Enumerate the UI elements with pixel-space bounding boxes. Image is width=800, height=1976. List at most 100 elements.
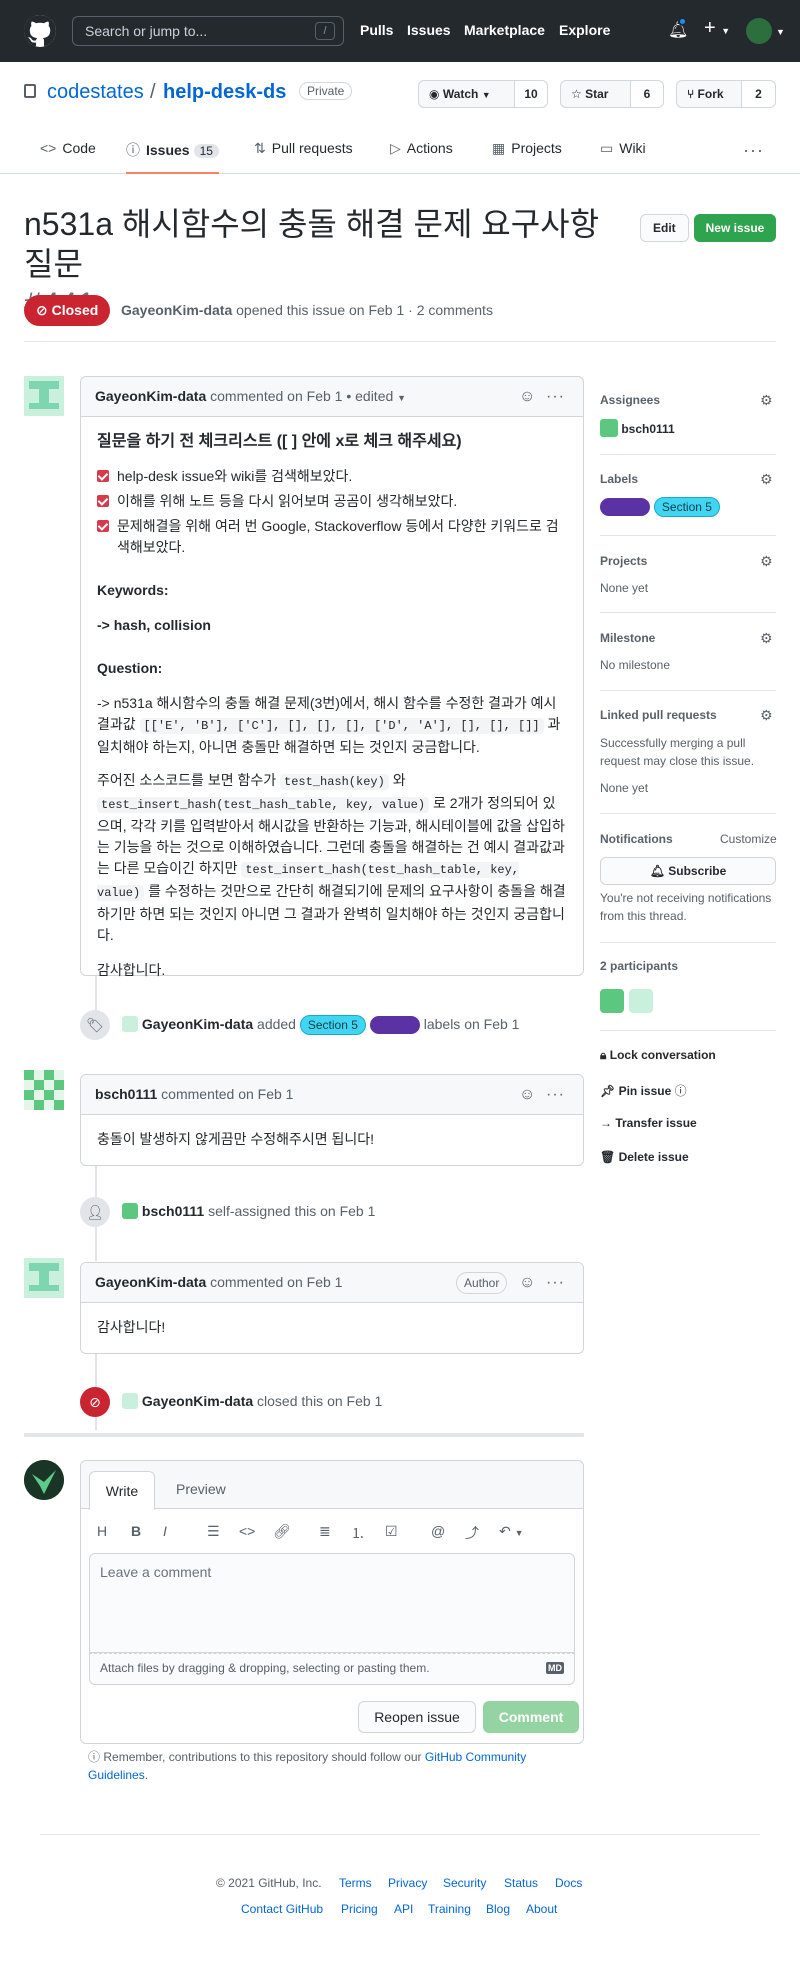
link-icon[interactable]: 🔗︎: [273, 1523, 291, 1540]
footer-link-docs[interactable]: Docs: [555, 1876, 582, 1890]
star-button[interactable]: ☆ Star: [560, 80, 631, 108]
gear-icon[interactable]: ⚙: [760, 630, 773, 647]
code-icon[interactable]: <>: [239, 1523, 255, 1539]
gear-icon[interactable]: ⚙: [760, 471, 773, 488]
kebab-horizontal-icon[interactable]: ···: [546, 1075, 565, 1114]
tab-preview[interactable]: Preview: [176, 1481, 226, 1497]
comment-author[interactable]: bsch0111: [95, 1086, 157, 1102]
smiley-icon[interactable]: ☺: [519, 1263, 535, 1302]
project-icon: ▦: [492, 140, 506, 156]
tab-wiki[interactable]: ▭ Wiki: [600, 140, 646, 157]
italic-icon[interactable]: I: [163, 1523, 167, 1539]
bold-icon[interactable]: B: [131, 1523, 141, 1539]
tab-code[interactable]: <> Code: [40, 140, 96, 156]
avatar[interactable]: [629, 989, 653, 1013]
label-section5[interactable]: Section 5: [653, 497, 720, 517]
fork-button[interactable]: ⑂ Fork: [676, 80, 742, 108]
label-section5[interactable]: Section 5: [299, 1015, 366, 1035]
repo-name[interactable]: help-desk-ds: [163, 81, 286, 104]
comment-button[interactable]: Comment: [483, 1701, 579, 1733]
kebab-horizontal-icon[interactable]: ···: [546, 377, 565, 416]
cross-reference-icon[interactable]: ⤴: [465, 1523, 479, 1543]
gear-icon[interactable]: ⚙: [760, 392, 773, 409]
eye-icon: ◉: [429, 87, 440, 101]
nav-marketplace[interactable]: Marketplace: [464, 22, 545, 38]
avatar[interactable]: [24, 1258, 64, 1298]
footer-link-contact[interactable]: Contact GitHub: [241, 1902, 323, 1916]
watch-count[interactable]: 10: [514, 80, 548, 108]
reply-icon[interactable]: ↶ ▼: [499, 1523, 524, 1540]
tab-pull-requests[interactable]: ⇅ Pull requests: [254, 140, 353, 157]
delete-issue[interactable]: 🗑︎ Delete issue: [600, 1150, 689, 1164]
comment-author[interactable]: GayeonKim-data: [95, 1274, 206, 1290]
label-assign[interactable]: Assign: [369, 1016, 420, 1034]
footer-link-blog[interactable]: Blog: [486, 1902, 510, 1916]
circle-slash-icon: ⊘: [80, 1387, 110, 1417]
lock-icon: [24, 84, 36, 98]
chevron-down-icon[interactable]: ▼: [776, 27, 785, 37]
more-icon[interactable]: ···: [743, 140, 764, 161]
list-unordered-icon[interactable]: ≣: [319, 1523, 331, 1540]
footer-link-about[interactable]: About: [526, 1902, 557, 1916]
footer-link-security[interactable]: Security: [443, 1876, 486, 1890]
mention-icon[interactable]: @: [431, 1523, 445, 1539]
comment-author[interactable]: GayeonKim-data: [95, 388, 206, 404]
nav-explore[interactable]: Explore: [559, 22, 610, 38]
comment-textarea[interactable]: Leave a comment: [89, 1553, 575, 1653]
heading-icon[interactable]: H: [97, 1523, 107, 1539]
tab-issues[interactable]: ⓘ Issues 15: [126, 140, 219, 174]
tasklist-icon[interactable]: ☑: [385, 1523, 398, 1540]
reopen-issue-button[interactable]: Reopen issue: [358, 1701, 476, 1733]
repo-owner[interactable]: codestates: [47, 81, 144, 104]
nav-pulls[interactable]: Pulls: [360, 22, 393, 38]
quote-icon[interactable]: ☰: [207, 1523, 220, 1540]
attach-files-bar[interactable]: Attach files by dragging & dropping, sel…: [89, 1653, 575, 1685]
kebab-horizontal-icon[interactable]: ···: [546, 1263, 565, 1302]
issue-opened-icon: ⓘ: [126, 142, 140, 158]
smiley-icon[interactable]: ☺: [519, 1075, 535, 1114]
checkbox-checked[interactable]: [97, 495, 109, 507]
plus-icon[interactable]: + ▼: [704, 17, 730, 40]
label-assign[interactable]: Assign: [600, 498, 651, 516]
lock-conversation[interactable]: 🔒︎ Lock conversation: [600, 1048, 716, 1063]
footer-link-terms[interactable]: Terms: [339, 1876, 372, 1890]
user-avatar[interactable]: [746, 18, 772, 44]
nav-issues[interactable]: Issues: [407, 22, 451, 38]
checkbox-checked[interactable]: [97, 520, 109, 532]
avatar[interactable]: [24, 1460, 64, 1500]
avatar[interactable]: [24, 376, 64, 416]
tab-write[interactable]: Write: [89, 1471, 155, 1510]
github-logo-icon[interactable]: [24, 15, 56, 47]
search-input[interactable]: Search or jump to... /: [72, 16, 344, 46]
tab-projects[interactable]: ▦ Projects: [492, 140, 562, 157]
trash-icon: 🗑︎: [600, 1150, 616, 1164]
pin-issue[interactable]: 📌︎ Pin issue ⓘ: [600, 1082, 687, 1099]
footer-link-privacy[interactable]: Privacy: [388, 1876, 427, 1890]
footer-link-api[interactable]: API: [394, 1902, 413, 1916]
star-count[interactable]: 6: [630, 80, 664, 108]
subscribe-button[interactable]: 🔔︎ Subscribe: [600, 857, 776, 885]
new-issue-button[interactable]: New issue: [694, 214, 776, 242]
comment-header: GayeonKim-data commented on Feb 1 Author…: [81, 1263, 583, 1303]
transfer-issue[interactable]: → Transfer issue: [600, 1116, 697, 1130]
gear-icon[interactable]: ⚙: [760, 707, 773, 724]
footer-link-pricing[interactable]: Pricing: [341, 1902, 378, 1916]
footer-link-status[interactable]: Status: [504, 1876, 538, 1890]
tab-actions[interactable]: ▷ Actions: [390, 140, 453, 157]
checkbox-checked[interactable]: [97, 470, 109, 482]
avatar[interactable]: [24, 1070, 64, 1110]
fork-count[interactable]: 2: [741, 80, 776, 108]
contribution-note: ⓘ Remember, contributions to this reposi…: [88, 1750, 527, 1782]
footer-link-training[interactable]: Training: [428, 1902, 471, 1916]
question-label: Question:: [97, 660, 163, 676]
copyright: © 2021 GitHub, Inc.: [216, 1876, 322, 1890]
list-ordered-icon[interactable]: ⒈: [351, 1523, 365, 1543]
comment-body: 감사합니다!: [97, 1319, 166, 1335]
assignee[interactable]: bsch0111: [600, 419, 675, 437]
watch-button[interactable]: ◉ Watch ▼: [418, 80, 515, 108]
customize-link[interactable]: Customize: [720, 832, 777, 846]
smiley-icon[interactable]: ☺: [519, 377, 535, 416]
gear-icon[interactable]: ⚙: [760, 553, 773, 570]
avatar[interactable]: [600, 989, 624, 1013]
edit-button[interactable]: Edit: [640, 214, 689, 242]
